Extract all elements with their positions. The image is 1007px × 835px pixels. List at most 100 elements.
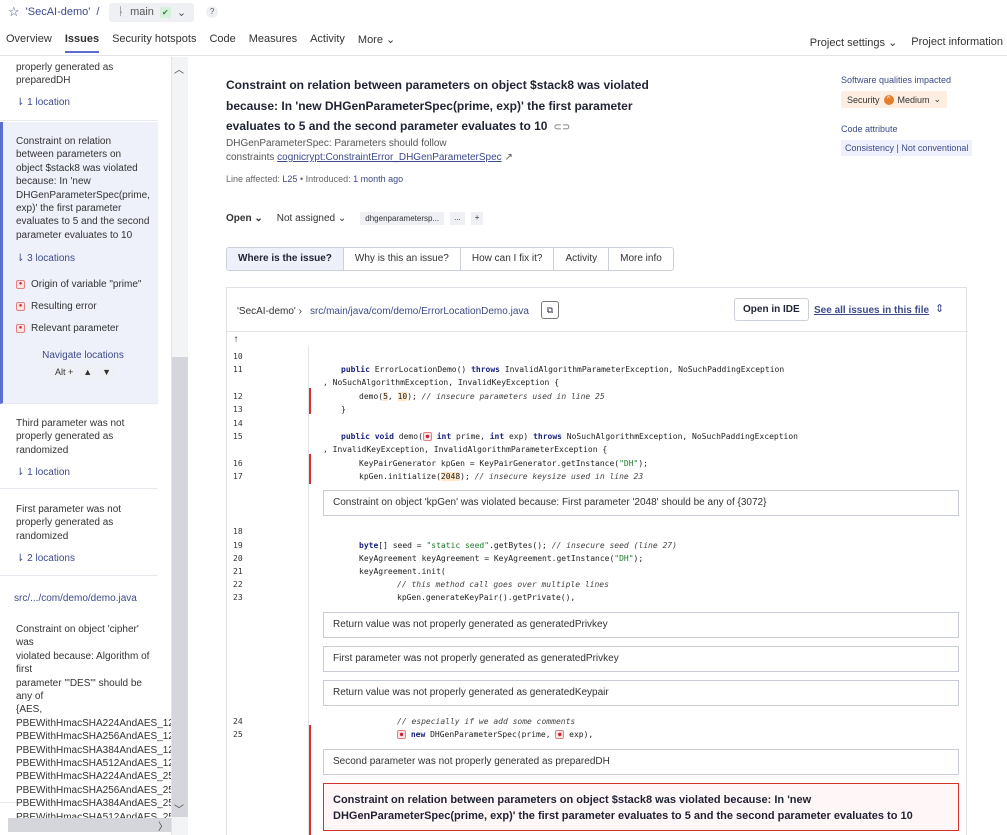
tab-measures[interactable]: Measures [249, 33, 297, 53]
issue-message[interactable]: Return value was not properly generated … [323, 680, 959, 706]
external-link-icon[interactable]: ↗ [504, 152, 512, 163]
locations-count: 3 locations [27, 253, 75, 265]
locations-link[interactable]: ⇂ 1 location [16, 467, 150, 478]
tab-security-hotspots[interactable]: Security hotspots [112, 33, 196, 53]
chevron-down-icon: ⌄ [254, 213, 263, 224]
tab-activity[interactable]: Activity [310, 33, 345, 53]
open-in-ide-button[interactable]: Open in IDE [734, 298, 809, 321]
project-link[interactable]: 'SecAI-demo' [26, 6, 91, 18]
chevron-down-icon[interactable]: ﹀ [174, 801, 184, 816]
check-icon: ✔ [159, 6, 171, 18]
flow-item[interactable]: ● Relevant parameter [16, 323, 150, 334]
list-item[interactable]: properly generated as preparedDH ⇂ 1 loc… [0, 61, 158, 121]
issue-message[interactable]: Return value was not properly generated … [323, 612, 959, 638]
issue-message[interactable]: Constraint on object 'kpGen' was violate… [323, 490, 959, 516]
chevron-down-icon: ⌄ [337, 213, 347, 224]
issue-text: Constraint on relation between parameter… [16, 136, 150, 241]
marker-icon: ● [16, 302, 25, 312]
scrollbar-thumb[interactable] [172, 357, 188, 817]
code-line: } [341, 405, 346, 414]
code-viewer: 'SecAI-demo' › src/main/java/com/demo/Err… [226, 287, 968, 835]
introduced-label: Introduced: [305, 174, 351, 184]
tab-code[interactable]: Code [209, 33, 235, 53]
issue-title: Constraint on relation between parameter… [226, 75, 671, 139]
link-icon[interactable]: ⊂⊃ [553, 118, 570, 139]
line-number: 20 [233, 554, 243, 563]
issue-actions: Open ⌄ Not assigned ⌄ dhgenparametersp..… [226, 212, 484, 225]
branch-selector[interactable]: ᚿ main ✔ ⌄ [109, 2, 195, 22]
introduced-value: 1 month ago [353, 174, 404, 184]
star-icon[interactable]: ☆ [8, 4, 20, 20]
chevron-down-icon: ⌄ [888, 37, 898, 49]
arrow-down-icon: ⇂ [16, 553, 25, 565]
tab-more-info[interactable]: More info [609, 248, 673, 270]
flow-item[interactable]: ● Origin of variable "prime" [16, 279, 150, 290]
issue-text: properly generated as preparedDH [16, 62, 114, 87]
rule-link[interactable]: cognicrypt:ConstraintError_DHGenParamete… [277, 152, 502, 163]
issue-line: PBEWithHmacSHA384AndAES_256 [16, 798, 172, 810]
issue-line: Constraint on object 'cipher' was [16, 624, 139, 649]
horizontal-scrollbar[interactable] [8, 818, 171, 832]
branch-name: main [130, 6, 154, 18]
tab-more[interactable]: More ⌄ [358, 33, 395, 53]
list-item[interactable]: First parameter was not properly generat… [0, 490, 158, 576]
list-item[interactable]: Third parameter was not properly generat… [0, 405, 158, 489]
flow-label: Origin of variable "prime" [31, 279, 142, 291]
quality-label: Security [847, 94, 880, 105]
issue-message[interactable]: First parameter was not properly generat… [323, 646, 959, 672]
file-path: 'SecAI-demo' › src/main/java/com/demo/Err… [237, 306, 529, 317]
line-number: 22 [233, 580, 243, 589]
locations-link[interactable]: ⇂ 2 locations [16, 553, 150, 564]
flow-item[interactable]: ● Resulting error [16, 301, 150, 312]
project-settings-button[interactable]: Project settings ⌄ [810, 36, 897, 49]
list-item[interactable]: Constraint on object 'cipher' was violat… [0, 623, 172, 823]
code-project: 'SecAI-demo' [237, 306, 296, 317]
tab-overview[interactable]: Overview [6, 33, 52, 53]
qualities-panel: Software qualities impacted Security ^ M… [841, 75, 973, 156]
arrow-down-icon: ⇂ [16, 253, 25, 265]
arrow-up-icon[interactable]: ▲ [80, 366, 96, 379]
status-dropdown[interactable]: Open ⌄ [226, 213, 263, 224]
locations-link[interactable]: ⇂ 3 locations [16, 253, 150, 264]
line-number: 18 [233, 527, 243, 536]
qualities-label: Software qualities impacted [841, 75, 952, 85]
severity-badge[interactable]: Security ^ Medium ⌄ [841, 91, 948, 108]
project-information-button[interactable]: Project information [911, 36, 1003, 49]
assignee-dropdown[interactable]: Not assigned ⌄ [277, 213, 347, 224]
chevron-right-icon[interactable]: 〉 [158, 818, 168, 833]
help-icon[interactable]: ? [206, 6, 219, 18]
issue-message[interactable]: Second parameter was not properly genera… [323, 749, 959, 775]
arrow-down-icon: ⇂ [16, 467, 25, 479]
locations-link[interactable]: ⇂ 1 location [16, 97, 150, 108]
list-item-selected[interactable]: Constraint on relation between parameter… [0, 122, 158, 404]
tab-issues[interactable]: Issues [64, 33, 100, 53]
add-tag-button[interactable]: + [470, 212, 484, 225]
sidebar-scrollbar[interactable]: ︿ ﹀ 〉 [158, 57, 188, 835]
chevron-up-icon[interactable]: ︿ [174, 61, 184, 76]
see-all-issues-link[interactable]: See all issues in this file [814, 305, 929, 316]
file-header: src/.../com/demo/demo.java [14, 593, 137, 604]
tags[interactable]: dhgenparametersp... ... + [360, 212, 484, 225]
tab-how-to-fix[interactable]: How can I fix it? [461, 248, 555, 270]
code-line: public void demo(● int prime, int exp) t… [341, 432, 798, 441]
navigate-keys: Alt + ▲ ▼ [16, 366, 150, 379]
expand-up-icon[interactable]: ⭡ [234, 335, 238, 345]
attribute-label: Code attribute [841, 124, 898, 134]
tag-badge: dhgenparametersp... [360, 212, 445, 225]
issue-line: PBEWithHmacSHA224AndAES_256 [16, 771, 172, 783]
tab-where[interactable]: Where is the issue? [227, 248, 344, 270]
line-affected-value[interactable]: L25 [282, 174, 297, 184]
code-line: ● new DHGenParameterSpec(prime, ● exp), [397, 730, 593, 739]
line-number: 11 [233, 365, 243, 374]
primary-issue-message[interactable]: Constraint on relation between parameter… [323, 783, 959, 831]
tab-activity[interactable]: Activity [554, 248, 610, 270]
copy-icon[interactable]: ⧉ [541, 301, 559, 319]
issue-line: violated because: Algorithm of first [16, 650, 150, 676]
expand-icon[interactable]: ⇕ [935, 302, 944, 315]
issue-text: Third parameter was not properly generat… [16, 418, 125, 456]
line-number: 24 [233, 717, 243, 726]
status-label: Open [226, 213, 252, 224]
issue-detail: Constraint on relation between parameter… [188, 57, 1007, 835]
tab-why[interactable]: Why is this an issue? [344, 248, 461, 270]
arrow-down-icon[interactable]: ▼ [99, 366, 115, 379]
